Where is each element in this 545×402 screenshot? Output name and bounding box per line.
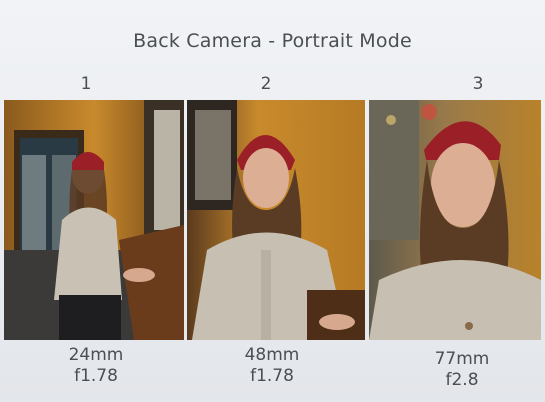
slide-title: Back Camera - Portrait Mode bbox=[133, 30, 412, 52]
photo-1-spec: 24mm f1.78 bbox=[36, 345, 156, 387]
photo-2-spec: 48mm f1.78 bbox=[212, 345, 332, 387]
photo-77mm bbox=[369, 100, 541, 340]
photo-1-number: 1 bbox=[80, 74, 92, 94]
photo-1-aperture: f1.78 bbox=[74, 366, 118, 386]
photo-2-number: 2 bbox=[260, 74, 272, 94]
photo-1-focal-length: 24mm bbox=[68, 345, 124, 365]
photo-48mm bbox=[187, 100, 365, 340]
photo-24mm bbox=[4, 100, 184, 340]
photo-2-focal-length: 48mm bbox=[244, 345, 300, 365]
photo-3-spec: 77mm f2.8 bbox=[402, 349, 522, 391]
photo-3-aperture: f2.8 bbox=[445, 370, 479, 390]
photo-2-aperture: f1.78 bbox=[250, 366, 294, 386]
photo-3-number: 3 bbox=[472, 74, 484, 94]
photo-3-focal-length: 77mm bbox=[434, 349, 490, 369]
